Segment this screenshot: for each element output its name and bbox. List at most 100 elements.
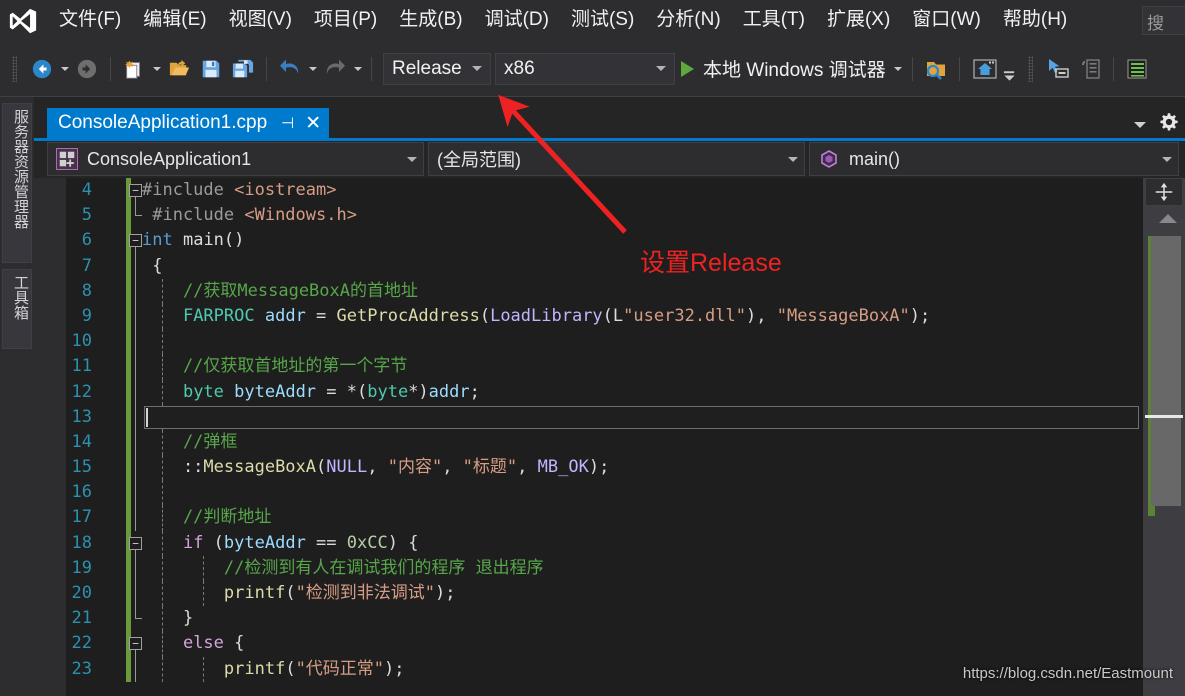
close-icon[interactable]: ✕ <box>305 112 321 135</box>
menu-item-1[interactable]: 编辑(E) <box>132 6 217 35</box>
new-item-icon[interactable] <box>119 54 149 84</box>
code-line[interactable]: 17 //判断地址 <box>66 505 1143 531</box>
code-line[interactable]: 18 − if (byteAddr == 0xCC) { <box>66 530 1143 557</box>
code-line[interactable]: 19 //检测到有人在调试我们的程序 退出程序 <box>66 555 1143 581</box>
code-lines-container[interactable]: 4− #include <iostream> 5 #include <Windows… <box>66 178 1143 696</box>
start-debugging-button[interactable]: 本地 Windows 调试器 <box>675 53 892 85</box>
code-line[interactable]: 4 − #include <iostream> <box>66 178 1143 204</box>
toolbar-divider-5 <box>958 56 960 81</box>
toolbar-grip-2[interactable] <box>1026 55 1036 82</box>
code-line[interactable]: 10 <box>66 329 1143 355</box>
code-line[interactable]: 21 } <box>66 606 1143 632</box>
menu-item-9[interactable]: 扩展(X) <box>816 6 901 35</box>
line-number: 5 <box>81 205 92 226</box>
solution-configuration-combo[interactable]: Release <box>383 52 491 85</box>
save-icon[interactable] <box>196 54 226 84</box>
save-all-icon[interactable] <box>228 54 258 84</box>
code-line[interactable]: 14 //弹框 <box>66 429 1143 456</box>
change-marker <box>126 455 131 481</box>
toolbar-divider-6 <box>1112 56 1114 81</box>
navigate-back-dropdown[interactable] <box>58 55 71 83</box>
code-line[interactable]: 11 //仅获取首地址的第一个字节 <box>66 354 1143 380</box>
gear-icon[interactable] <box>1159 112 1179 137</box>
sidebar-tab-toolbox[interactable]: 工具箱 <box>2 269 32 349</box>
line-number: 21 <box>71 608 92 629</box>
redo-dropdown[interactable] <box>351 55 364 83</box>
menu-item-4[interactable]: 生成(B) <box>388 6 473 35</box>
code-line[interactable]: 13 <box>66 404 1143 430</box>
code-line[interactable]: 20 printf("检测到非法调试"); <box>66 581 1143 607</box>
tab-strip-controls <box>1134 112 1179 137</box>
current-line-highlight <box>144 405 1139 429</box>
editor-navigation-bar: ConsoleApplication1 (全局范围) main() <box>34 141 1185 177</box>
home-icon[interactable] <box>968 54 1002 84</box>
open-file-icon[interactable] <box>164 54 194 84</box>
find-in-files-icon[interactable] <box>921 54 951 84</box>
outline-line <box>135 555 136 581</box>
menu-item-10[interactable]: 窗口(W) <box>901 6 992 35</box>
scope-selector-combo[interactable]: (全局范围) <box>428 142 805 176</box>
collapse-icon[interactable]: − <box>129 637 142 651</box>
code-line[interactable]: 16 <box>66 480 1143 506</box>
code-token: == <box>305 532 347 553</box>
line-number: 19 <box>71 557 92 578</box>
navigate-back-icon[interactable] <box>27 54 57 84</box>
editor-vertical-scrollbar[interactable] <box>1143 178 1185 696</box>
collapse-icon[interactable]: − <box>129 536 142 550</box>
code-token: ; <box>469 381 480 402</box>
solution-platform-combo[interactable]: x86 <box>495 52 675 85</box>
code-token: "检测到非法调试" <box>295 583 436 603</box>
menu-item-6[interactable]: 测试(S) <box>560 6 645 35</box>
code-token: , <box>367 457 388 478</box>
menu-item-8[interactable]: 工具(T) <box>732 6 816 35</box>
menu-item-0[interactable]: 文件(F) <box>48 6 132 35</box>
scroll-up-icon[interactable] <box>1159 214 1177 223</box>
menu-item-3[interactable]: 项目(P) <box>303 6 388 35</box>
code-line[interactable]: 9 FARPROC addr = GetProcAddress(LoadLibr… <box>66 303 1143 330</box>
scrollbar-thumb[interactable] <box>1151 236 1181 506</box>
toolbar-grip[interactable] <box>10 55 20 82</box>
line-number: 9 <box>81 305 92 326</box>
line-number: 11 <box>71 356 92 377</box>
undo-icon[interactable] <box>275 54 305 84</box>
line-number: 4 <box>81 180 92 200</box>
document-tab-consoleapplication1-cpp[interactable]: ConsoleApplication1.cpp ⊣ ✕ <box>47 108 330 138</box>
member-selector-combo[interactable]: main() <box>809 142 1179 176</box>
select-element-icon[interactable] <box>1043 54 1073 84</box>
chevron-down-icon[interactable] <box>1134 121 1146 128</box>
toolbar-overflow-button[interactable] <box>1003 61 1016 89</box>
start-debugging-dropdown[interactable] <box>892 55 905 83</box>
code-line[interactable]: 6 − int main() <box>66 228 1143 255</box>
code-line[interactable]: 15 ::MessageBoxA(NULL, "内容", "标题", MB_OK… <box>66 455 1143 481</box>
code-line[interactable]: 8 //获取MessageBoxA的首地址 <box>66 278 1143 304</box>
collapse-icon[interactable]: − <box>129 184 142 197</box>
scrollbar-track[interactable] <box>1145 230 1183 690</box>
menu-item-11[interactable]: 帮助(H) <box>992 6 1078 35</box>
code-line[interactable]: 22 − else { <box>66 631 1143 658</box>
quick-search-box[interactable]: 搜 <box>1142 6 1185 35</box>
menu-items: 文件(F) 编辑(E) 视图(V) 项目(P) 生成(B) 调试(D) 测试(S) 分析(N)… <box>48 6 1078 35</box>
redo-icon[interactable] <box>320 54 350 84</box>
collapse-icon[interactable]: − <box>129 234 142 248</box>
split-view-icon[interactable] <box>1145 178 1183 206</box>
navigate-forward-icon[interactable] <box>72 54 102 84</box>
copy-layout-icon[interactable] <box>1075 54 1105 84</box>
pin-icon[interactable]: ⊣ <box>281 114 294 132</box>
properties-list-icon[interactable] <box>1122 54 1152 84</box>
undo-dropdown[interactable] <box>306 55 319 83</box>
menu-item-2[interactable]: 视图(V) <box>218 6 303 35</box>
code-line[interactable]: 12 byte byteAddr = *(byte*)addr; <box>66 379 1143 405</box>
sidebar-tab-server-explorer[interactable]: 服务器资源管理器 <box>2 103 32 263</box>
code-line[interactable]: 5 #include <Windows.h> <box>66 203 1143 229</box>
code-text: ::MessageBoxA(NULL, "内容", "标题", MB_OK); <box>142 455 609 480</box>
menu-item-7[interactable]: 分析(N) <box>645 6 731 35</box>
menu-item-5[interactable]: 调试(D) <box>474 6 560 35</box>
project-selector-combo[interactable]: ConsoleApplication1 <box>47 142 424 176</box>
new-item-dropdown[interactable] <box>150 55 163 83</box>
code-editor-surface[interactable]: 4− #include <iostream> 5 #include <Windows… <box>34 178 1185 696</box>
standard-toolbar: Release x86 本地 Windows 调试器 <box>0 41 1185 97</box>
change-marker <box>126 303 131 330</box>
code-line[interactable]: 7 { <box>66 253 1143 279</box>
